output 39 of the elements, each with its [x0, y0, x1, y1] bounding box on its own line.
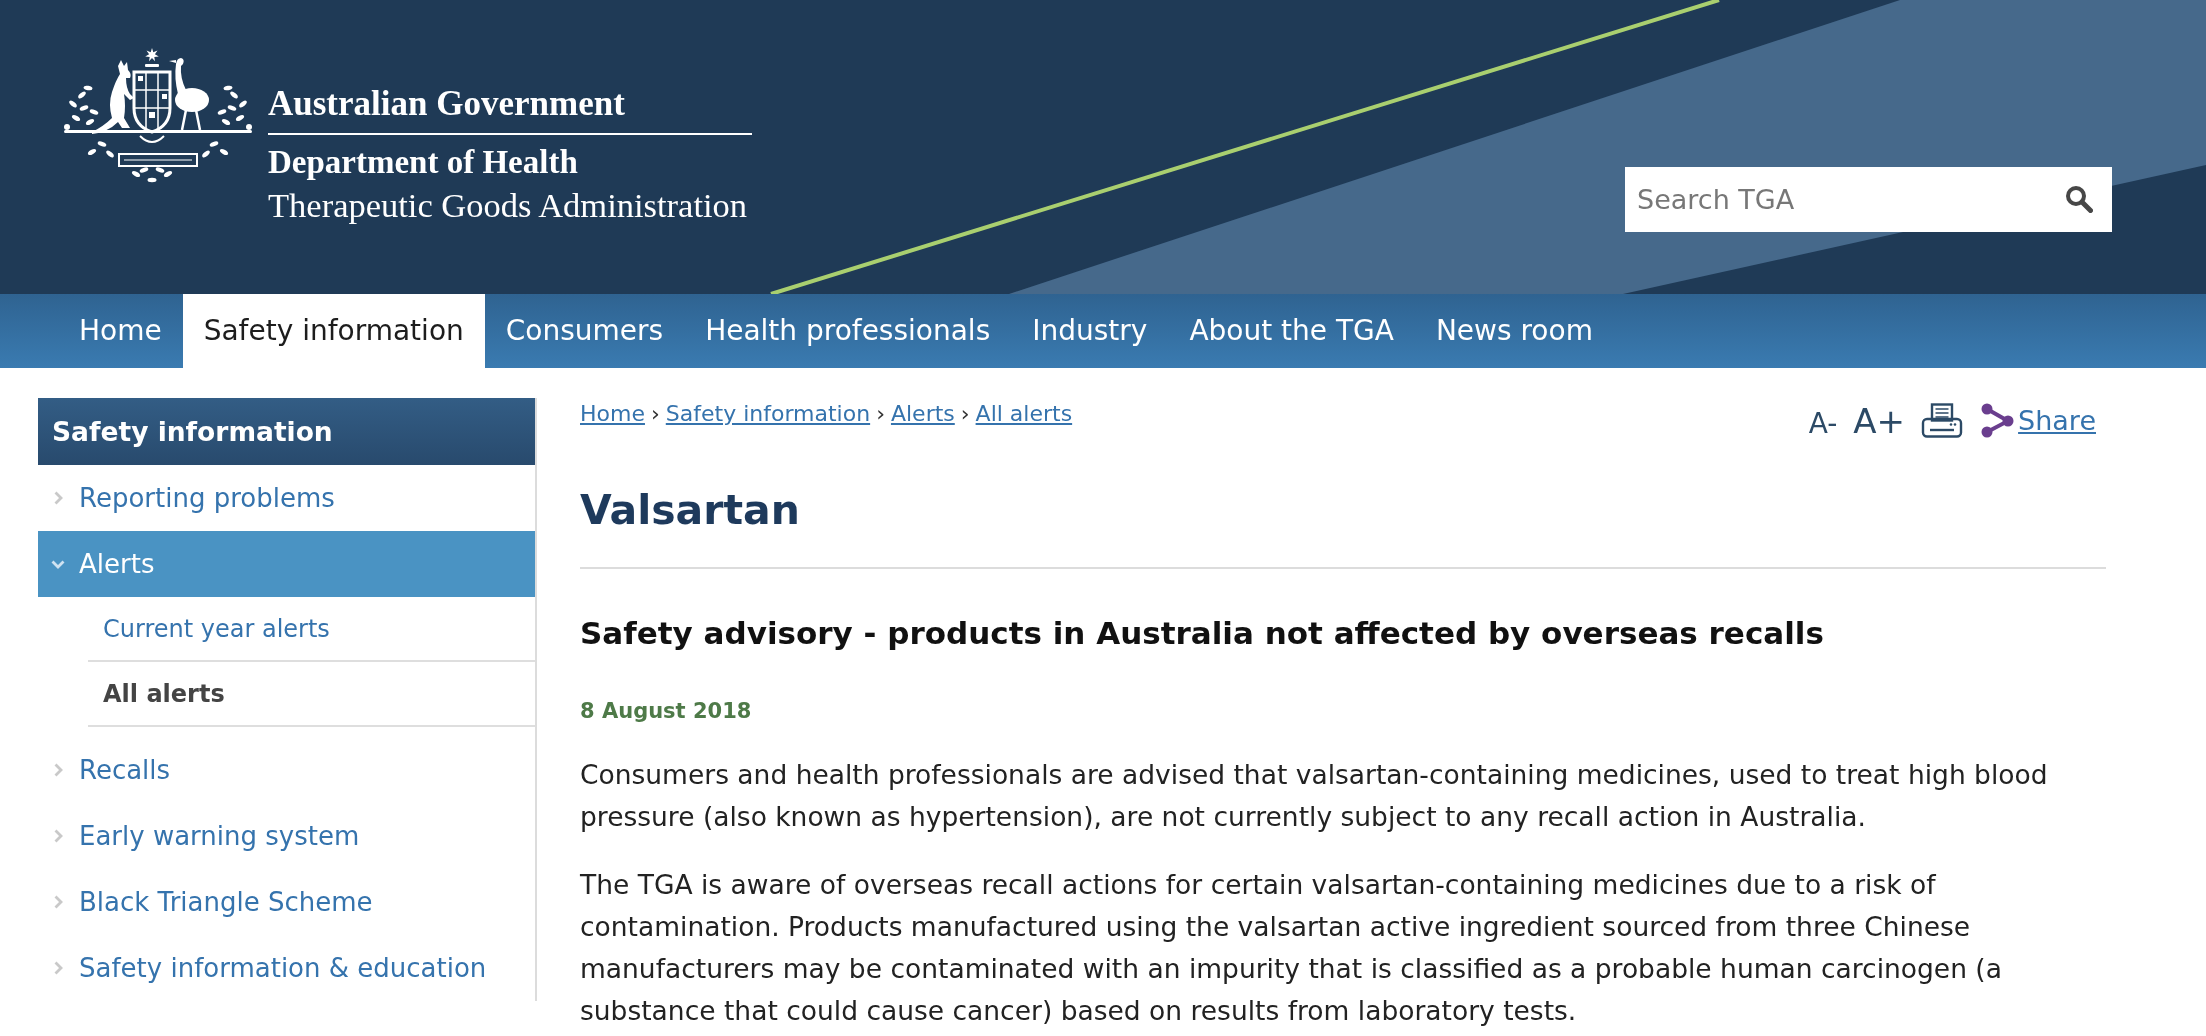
breadcrumb-link[interactable]: Safety information — [665, 401, 871, 426]
printer-icon[interactable] — [1921, 403, 1964, 438]
nav-tab[interactable]: Health professionals — [684, 294, 1012, 368]
nav-tab[interactable]: Consumers — [484, 294, 685, 368]
government-name: Australian Government — [268, 84, 626, 124]
breadcrumb-link[interactable]: Home — [580, 401, 645, 426]
decrease-text-size-button[interactable]: A- — [1808, 410, 1838, 438]
sidebar-item[interactable]: Safety information & education — [38, 935, 535, 1001]
agency-name: Therapeutic Goods Administration — [268, 185, 749, 225]
article-subtitle: Safety advisory - products in Australia not affected by overseas recalls — [580, 614, 1825, 653]
breadcrumb-link[interactable]: All alerts — [975, 401, 1073, 426]
sidebar-heading[interactable]: Safety information — [38, 398, 535, 465]
breadcrumb-link[interactable]: Alerts — [890, 401, 955, 426]
breadcrumb-separator: › — [960, 401, 970, 426]
coat-of-arms-icon — [64, 48, 252, 185]
search-field[interactable]: Search TGA — [1625, 167, 2112, 232]
article-paragraph: The TGA is aware of overseas recall actions for certain valsartan-containing medicines due to a risk of contamination. Products manufactured using the valsartan active ingredient sourced from three Chinese manufacturers may be contaminated with an impurity that is classified as a probable human carcinogen (a substance that could cause cancer) based on results from laboratory tests. — [580, 868, 2003, 1028]
sidebar-subitem[interactable]: Current year alerts — [88, 597, 535, 662]
breadcrumb-separator: › — [876, 401, 885, 426]
share-icon — [1981, 403, 2015, 438]
sidebar-item[interactable]: Recalls — [38, 737, 535, 803]
nav-tab[interactable]: Industry — [1011, 294, 1169, 368]
nav-tab[interactable]: Home — [58, 294, 183, 368]
publish-date: 8 August 2018 — [580, 698, 753, 725]
sidebar-item[interactable]: Black Triangle Scheme — [38, 869, 535, 935]
nav-tab[interactable]: About the TGA — [1168, 294, 1415, 368]
nav-tab[interactable]: Safety information — [182, 294, 485, 368]
increase-text-size-button[interactable]: A+ — [1853, 404, 1906, 438]
sidebar-item[interactable]: Alerts — [38, 531, 535, 597]
sidebar-subitem[interactable]: All alerts — [88, 662, 535, 727]
page-title: Valsartan — [580, 485, 801, 536]
share-link[interactable]: Share — [1981, 403, 2096, 438]
breadcrumb-separator: › — [650, 401, 660, 426]
sidebar-item[interactable]: Early warning system — [38, 803, 535, 869]
nav-tab[interactable]: News room — [1414, 294, 1614, 368]
article-paragraph: Consumers and health professionals are advised that valsartan-containing medicines, used to treat high blood pressure (also known as hypertension), are not currently subject to any recall action in Australia. — [580, 758, 2049, 834]
search-icon[interactable] — [2065, 185, 2093, 213]
department-name: Department of Health — [268, 143, 579, 181]
sidebar-item[interactable]: Reporting problems — [38, 465, 535, 531]
